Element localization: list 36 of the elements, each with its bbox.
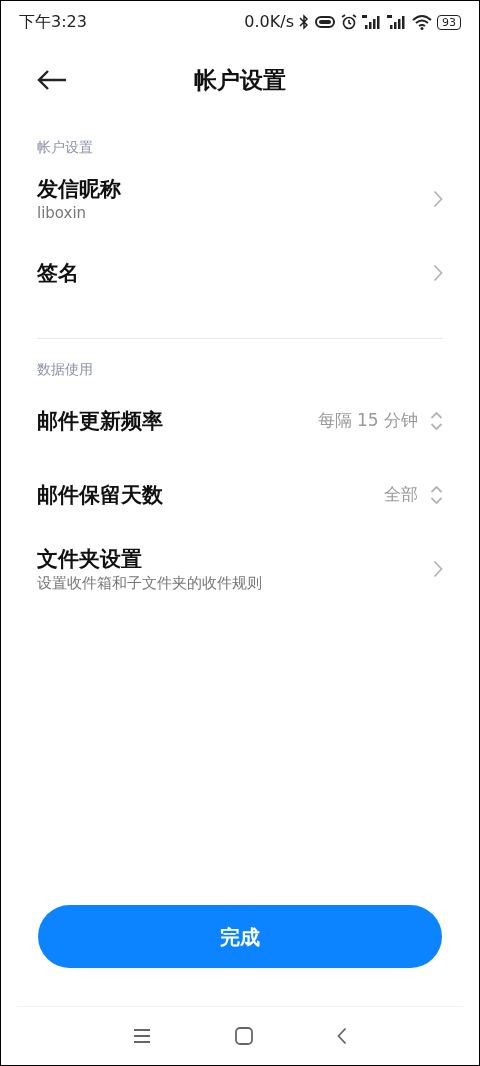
bluetooth-icon (299, 14, 309, 30)
item-label: 发信昵称 (37, 176, 121, 203)
item-subtitle: liboxin (37, 203, 88, 223)
item-value: 全部 (384, 483, 418, 507)
vibrate-icon (314, 15, 336, 29)
item-label: 邮件更新频率 (37, 408, 163, 435)
home-square-icon[interactable] (235, 1027, 253, 1045)
up-down-icon (430, 411, 443, 431)
item-label: 邮件保留天数 (37, 482, 163, 509)
signal-icon (362, 14, 382, 30)
back-arrow-icon[interactable] (37, 70, 67, 90)
settings-item[interactable]: 邮件保留天数 全部 (1, 458, 479, 532)
signal-icon (387, 14, 407, 30)
item-subtitle: 设置收件箱和子文件夹的收件规则 (37, 573, 262, 593)
item-label: 签名 (37, 260, 79, 287)
settings-item[interactable]: 文件夹设置 设置收件箱和子文件夹的收件规则 (1, 532, 479, 606)
done-button[interactable]: 完成 (38, 905, 442, 968)
item-label: 文件夹设置 (37, 546, 143, 573)
settings-item[interactable]: 签名 (1, 236, 479, 310)
status-time: 下午3:23 (19, 11, 87, 33)
alarm-icon (341, 14, 357, 30)
back-icon[interactable] (337, 1027, 347, 1045)
section-title: 帐户设置 (36, 138, 94, 157)
item-value: 每隔 15 分钟 (317, 409, 418, 433)
network-speed: 0.0K/s (244, 11, 294, 33)
battery-indicator: 93 (437, 14, 461, 30)
wifi-icon (412, 14, 432, 30)
chevron-right-icon (433, 264, 443, 282)
menu-icon[interactable] (133, 1028, 151, 1044)
settings-item[interactable]: 邮件更新频率 每隔 15 分钟 (1, 384, 479, 458)
settings-item[interactable]: 发信昵称 liboxin (1, 162, 479, 236)
up-down-icon (430, 485, 443, 505)
section-title: 数据使用 (36, 360, 94, 379)
page-title: 帐户设置 (194, 65, 286, 95)
chevron-right-icon (433, 560, 443, 578)
chevron-right-icon (433, 190, 443, 208)
